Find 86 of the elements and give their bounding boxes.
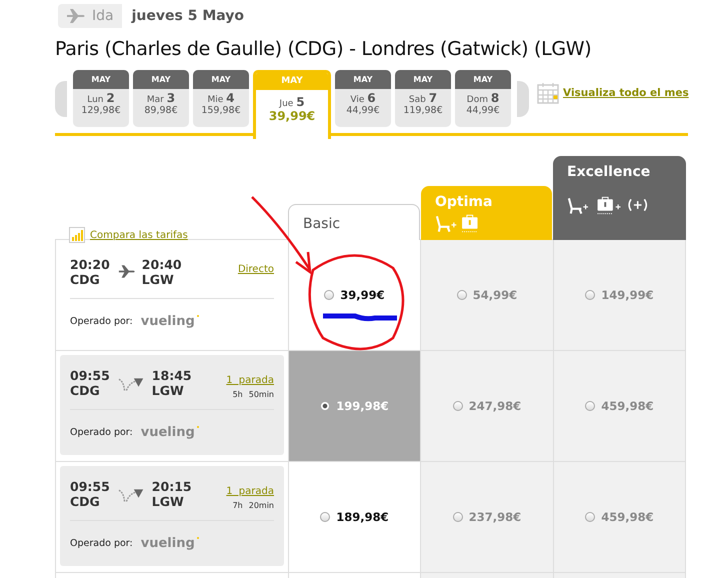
date-tab[interactable]: MAY Jue 5 39,99€: [253, 70, 331, 139]
departure-airport: CDG: [70, 272, 101, 287]
fare-cell[interactable]: 39,99€: [288, 240, 420, 350]
airplane-icon: [118, 264, 136, 279]
weekday-label: Lun: [87, 95, 104, 105]
day-price: 159,98€: [200, 105, 242, 116]
day-number: 2: [106, 91, 115, 105]
stops-link[interactable]: Directo: [238, 264, 274, 275]
departure-airport: CDG: [70, 383, 101, 398]
month-label: MAY: [395, 70, 451, 89]
calendar-icon: [537, 82, 559, 104]
date-tab[interactable]: MAY Vie 6 44,99€: [335, 70, 391, 127]
departure-time: 09:55: [70, 368, 110, 383]
departure-time: 09:55: [70, 479, 110, 494]
weekday-label: Mie: [207, 95, 224, 105]
duration-minutes: 20min: [248, 501, 274, 510]
fare-price: 149,99€: [601, 288, 654, 302]
month-label: MAY: [455, 70, 511, 89]
day-number: 6: [367, 91, 376, 105]
date-tab[interactable]: MAY Dom 8 44,99€: [455, 70, 511, 127]
departure-time: 20:20: [70, 257, 110, 272]
direction-label: Ida: [58, 4, 122, 28]
weekday-label: Dom: [466, 95, 488, 105]
fare-price: 459,98€: [601, 399, 654, 413]
fare-cell[interactable]: 199,98€: [288, 351, 420, 461]
airline-logo: vueling: [140, 425, 199, 440]
previous-arrow[interactable]: [55, 81, 67, 117]
airline-logo: vueling: [140, 314, 199, 329]
day-number: 3: [166, 91, 176, 105]
fare-price: 247,98€: [468, 399, 522, 413]
date-tab[interactable]: MAY Mie 4 159,98€: [193, 70, 249, 127]
day-price: 89,98€: [143, 105, 179, 116]
fare-price: 189,98€: [336, 510, 389, 524]
radio-button[interactable]: [324, 290, 334, 300]
radio-button[interactable]: [320, 512, 330, 522]
date-tab[interactable]: MAY Mar 3 89,98€: [133, 70, 189, 127]
day-price: 39,99€: [268, 109, 316, 123]
weekday-label: Sab: [408, 95, 426, 105]
fare-price: 39,99€: [340, 288, 385, 302]
airplane-icon: [66, 8, 86, 24]
fare-price: 237,98€: [468, 510, 522, 524]
route-title: Paris (Charles de Gaulle) (CDG) - Londres (Gatwick) (LGW): [54, 37, 592, 60]
fare-name: Optima: [435, 194, 494, 210]
day-price: 119,98€: [402, 105, 444, 116]
arrival-time: 20:15: [152, 479, 192, 494]
airline-logo: vueling: [140, 536, 199, 551]
fare-name: Basic: [303, 216, 342, 232]
date-tab[interactable]: MAY Sab 7 119,98€: [395, 70, 451, 127]
day-number: 4: [226, 91, 235, 105]
duration-hours: 7h: [232, 501, 243, 510]
month-label: MAY: [73, 70, 129, 89]
day-number: 7: [428, 91, 438, 105]
month-label: MAY: [256, 73, 328, 90]
operator-label: Operado por:: [70, 316, 133, 327]
operator-label: Operado por:: [70, 538, 133, 549]
weekday-label: Vie: [350, 95, 364, 105]
radio-button[interactable]: [320, 401, 330, 411]
day-price: 44,99€: [345, 105, 381, 116]
month-label: MAY: [335, 70, 391, 89]
fare-price: 459,98€: [601, 510, 654, 524]
compare-link[interactable]: Compara las tarifas: [90, 230, 188, 240]
duration-hours: 5h: [232, 390, 243, 399]
arrival-time: 18:45: [152, 368, 192, 383]
operator-label: Operado por:: [70, 427, 133, 438]
stops-link[interactable]: 1 parada: [226, 486, 274, 497]
weekday-label: Mar: [146, 95, 164, 105]
trip-date: jueves 5 Mayo: [132, 8, 244, 24]
day-price: 129,98€: [80, 105, 122, 116]
arrival-airport: LGW: [142, 272, 175, 287]
day-number: 5: [296, 95, 305, 109]
fare-price: 54,99€: [472, 288, 518, 302]
fare-name: Excellence: [567, 164, 652, 180]
departure-airport: CDG: [70, 494, 101, 509]
day-price: 44,99€: [465, 105, 501, 116]
day-number: 8: [490, 91, 500, 105]
calendar-link[interactable]: Visualiza todo el mes: [563, 87, 689, 99]
month-label: MAY: [193, 70, 249, 89]
month-label: MAY: [133, 70, 189, 89]
arrival-airport: LGW: [152, 383, 185, 398]
arrival-airport: LGW: [152, 494, 185, 509]
fare-price: 199,98€: [336, 399, 389, 413]
date-tab[interactable]: MAY Lun 2 129,98€: [73, 70, 129, 127]
duration-minutes: 50min: [248, 390, 274, 399]
arrival-time: 20:40: [142, 257, 182, 272]
weekday-label: Jue: [279, 99, 294, 109]
stops-link[interactable]: 1 parada: [226, 375, 274, 386]
